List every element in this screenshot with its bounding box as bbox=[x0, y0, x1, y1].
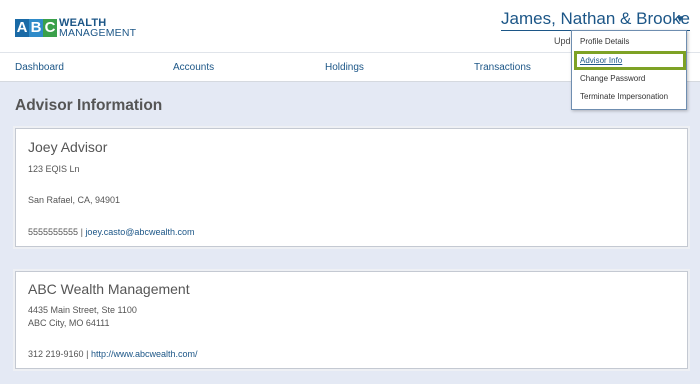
advisor-card: Joey Advisor 123 EQIS Ln San Rafael, CA,… bbox=[15, 128, 688, 247]
advisor-name: Joey Advisor bbox=[28, 139, 108, 155]
advisor-email-link[interactable]: joey.casto@abcwealth.com bbox=[85, 227, 194, 237]
firm-card: ABC Wealth Management 4435 Main Street, … bbox=[15, 271, 688, 369]
menu-item-advisor-info[interactable]: Advisor Info bbox=[580, 56, 622, 65]
firm-address-line2: ABC City, MO 64111 bbox=[28, 318, 110, 328]
nav-holdings[interactable]: Holdings bbox=[325, 62, 364, 73]
menu-item-terminate-impersonation[interactable]: Terminate Impersonation bbox=[580, 92, 668, 101]
advisor-phone: 5555555555 bbox=[28, 227, 79, 237]
menu-item-change-password[interactable]: Change Password bbox=[580, 74, 645, 83]
firm-address-line1: 4435 Main Street, Ste 1100 bbox=[28, 305, 137, 315]
separator: | bbox=[86, 349, 89, 359]
firm-contact-line: 312 219-9160 | http://www.abcwealth.com/ bbox=[28, 349, 197, 359]
user-dropdown-menu: Profile Details Advisor Info Change Pass… bbox=[571, 30, 687, 110]
advisor-address-line1: 123 EQIS Ln bbox=[28, 164, 80, 174]
nav-dashboard[interactable]: Dashboard bbox=[15, 62, 64, 73]
nav-accounts[interactable]: Accounts bbox=[173, 62, 214, 73]
caret-down-icon[interactable]: ▼ bbox=[675, 14, 685, 25]
separator: | bbox=[80, 227, 83, 237]
logo-letter-c: C bbox=[43, 19, 57, 37]
logo-line2: MANAGEMENT bbox=[59, 27, 137, 39]
user-menu-toggle[interactable]: James, Nathan & Brooke bbox=[501, 9, 690, 31]
page-title: Advisor Information bbox=[15, 97, 163, 114]
logo-letter-a: A bbox=[15, 19, 29, 37]
menu-item-profile-details[interactable]: Profile Details bbox=[580, 37, 629, 46]
logo-text: WEALTH MANAGEMENT bbox=[59, 18, 137, 39]
firm-website-link[interactable]: http://www.abcwealth.com/ bbox=[91, 349, 198, 359]
advisor-contact-line: 5555555555 | joey.casto@abcwealth.com bbox=[28, 227, 194, 237]
firm-phone: 312 219-9160 bbox=[28, 349, 84, 359]
update-link[interactable]: Upd bbox=[554, 36, 571, 46]
firm-name: ABC Wealth Management bbox=[28, 281, 190, 297]
nav-transactions[interactable]: Transactions bbox=[474, 62, 531, 73]
advisor-address-line2: San Rafael, CA, 94901 bbox=[28, 195, 121, 205]
logo-letter-b: B bbox=[29, 19, 43, 37]
abc-logo[interactable]: A B C WEALTH MANAGEMENT bbox=[15, 15, 136, 41]
